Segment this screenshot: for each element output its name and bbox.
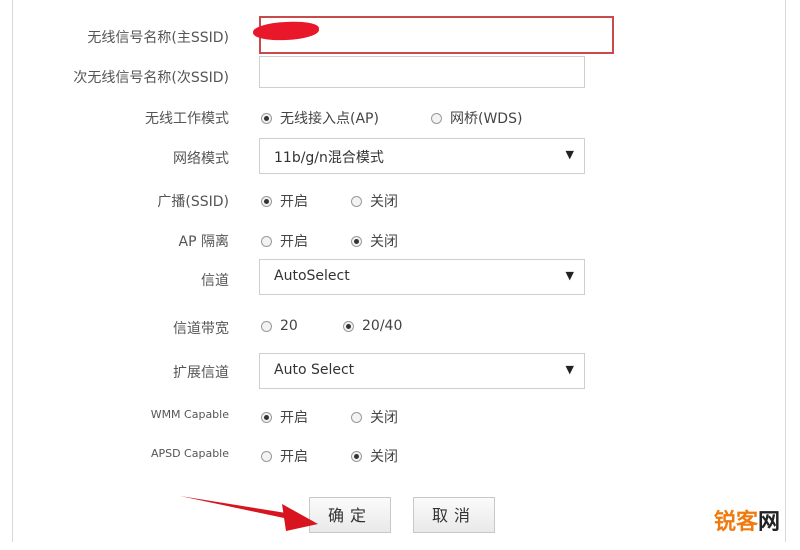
ssid-secondary-label: 次无线信号名称(次SSID) <box>73 70 229 86</box>
radio-label: 无线接入点(AP) <box>280 111 379 127</box>
bandwidth-20-40-radio[interactable]: 20/40 <box>343 318 402 334</box>
wmm-off-radio[interactable]: 关闭 <box>351 407 398 427</box>
ssid-secondary-input[interactable] <box>259 56 585 88</box>
wmm-on-radio[interactable]: 开启 <box>261 407 308 427</box>
radio-label: 开启 <box>280 410 308 426</box>
select-value: 11b/g/n混合模式 <box>274 150 384 166</box>
dropdown-arrow-icon: ▼ <box>565 269 574 282</box>
radio-label: 关闭 <box>370 234 398 250</box>
radio-dot-icon <box>261 195 272 207</box>
work-mode-ap-radio[interactable]: 无线接入点(AP) <box>261 108 379 128</box>
settings-panel: 无线信号名称(主SSID) 次无线信号名称(次SSID) 无线工作模式 无线接入… <box>12 0 786 542</box>
broadcast-off-radio[interactable]: 关闭 <box>351 191 398 211</box>
select-value: Auto Select <box>274 362 355 378</box>
broadcast-on-radio[interactable]: 开启 <box>261 191 308 211</box>
wmm-label: WMM Capable <box>150 408 229 421</box>
dropdown-arrow-icon: ▼ <box>565 363 574 376</box>
radio-label: 关闭 <box>370 194 398 210</box>
ap-isolation-label: AP 隔离 <box>178 234 229 250</box>
select-value: AutoSelect <box>274 268 350 284</box>
confirm-button[interactable]: 确定 <box>309 497 391 533</box>
radio-label: 开启 <box>280 449 308 465</box>
radio-dot-icon <box>351 195 362 207</box>
radio-label: 关闭 <box>370 410 398 426</box>
work-mode-wds-radio[interactable]: 网桥(WDS) <box>431 108 522 128</box>
radio-dot-icon <box>261 235 272 247</box>
channel-select[interactable]: AutoSelect ▼ <box>259 259 585 295</box>
dropdown-arrow-icon: ▼ <box>565 148 574 161</box>
radio-dot-icon <box>431 112 442 124</box>
radio-label: 20/40 <box>362 318 403 334</box>
radio-label: 开启 <box>280 234 308 250</box>
radio-dot-icon <box>261 320 272 332</box>
radio-dot-icon <box>351 450 362 462</box>
radio-label: 开启 <box>280 194 308 210</box>
ssid-primary-label: 无线信号名称(主SSID) <box>87 30 229 46</box>
bandwidth-20-radio[interactable]: 20 <box>261 318 298 334</box>
radio-dot-icon <box>261 411 272 423</box>
broadcast-label: 广播(SSID) <box>157 194 229 210</box>
radio-dot-icon <box>351 235 362 247</box>
network-mode-select[interactable]: 11b/g/n混合模式 ▼ <box>259 138 585 174</box>
watermark-text-a: 锐客 <box>713 510 758 535</box>
ext-channel-select[interactable]: Auto Select ▼ <box>259 353 585 389</box>
radio-label: 网桥(WDS) <box>450 111 523 127</box>
ext-channel-label: 扩展信道 <box>173 365 229 381</box>
ap-isolation-off-radio[interactable]: 关闭 <box>351 231 398 251</box>
site-watermark: 锐客网 <box>714 504 780 536</box>
radio-dot-icon <box>261 450 272 462</box>
ap-isolation-on-radio[interactable]: 开启 <box>261 231 308 251</box>
network-mode-label: 网络模式 <box>173 151 229 167</box>
apsd-label: APSD Capable <box>150 447 229 460</box>
radio-label: 关闭 <box>370 449 398 465</box>
cancel-button[interactable]: 取消 <box>413 497 495 533</box>
radio-dot-icon <box>343 320 354 332</box>
apsd-on-radio[interactable]: 开启 <box>261 446 308 466</box>
radio-dot-icon <box>351 411 362 423</box>
radio-label: 20 <box>280 318 298 334</box>
channel-label: 信道 <box>201 273 229 289</box>
apsd-off-radio[interactable]: 关闭 <box>351 446 398 466</box>
watermark-text-b: 网 <box>757 510 780 535</box>
work-mode-label: 无线工作模式 <box>145 111 229 127</box>
radio-dot-icon <box>261 112 272 124</box>
bandwidth-label: 信道带宽 <box>173 321 229 337</box>
